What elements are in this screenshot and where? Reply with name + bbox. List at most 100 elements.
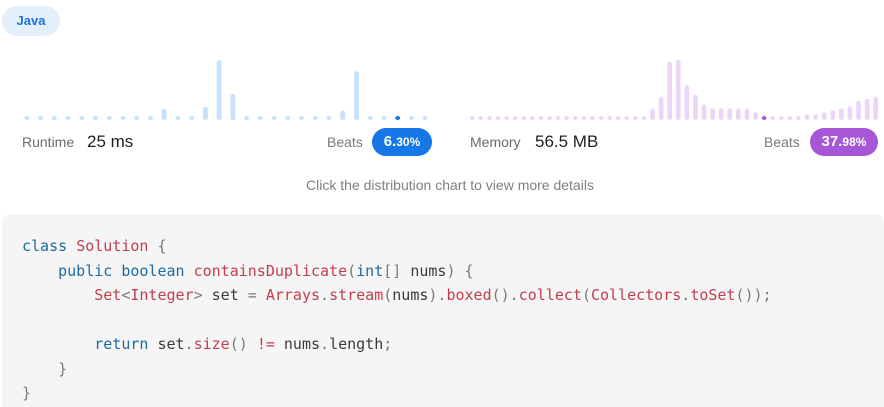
memory-bar-41[interactable] (821, 112, 827, 120)
runtime-bar-9[interactable] (148, 116, 153, 120)
memory-bar-13[interactable] (581, 116, 587, 120)
code-block[interactable]: class Solution { public boolean contains… (2, 214, 884, 407)
memory-bar-32[interactable] (744, 108, 750, 120)
memory-bar-5[interactable] (512, 116, 518, 120)
runtime-bar-27[interactable] (395, 116, 401, 120)
memory-bar-34[interactable] (761, 116, 767, 120)
code-token: length (329, 335, 384, 353)
memory-bar-8[interactable] (538, 116, 544, 120)
runtime-bar-15[interactable] (230, 93, 236, 120)
runtime-bar-21[interactable] (312, 116, 318, 120)
memory-bar-39[interactable] (804, 114, 810, 120)
runtime-bar-13[interactable] (202, 106, 208, 120)
memory-bar-38[interactable] (796, 116, 801, 120)
memory-bar-22[interactable] (658, 96, 664, 120)
runtime-bar-16[interactable] (244, 116, 250, 120)
runtime-bar-28[interactable] (408, 116, 414, 120)
runtime-bar-29[interactable] (422, 116, 428, 120)
code-line-2: public boolean containsDuplicate(int[] n… (22, 262, 473, 280)
memory-bar-30[interactable] (727, 108, 733, 120)
memory-bar-9[interactable] (547, 116, 552, 120)
runtime-bar-5[interactable] (93, 116, 98, 120)
runtime-distribution-chart[interactable] (20, 56, 432, 120)
runtime-bar-25[interactable] (367, 116, 373, 120)
memory-bar-27[interactable] (701, 104, 707, 121)
memory-bar-36[interactable] (778, 116, 784, 120)
code-token: collect (518, 286, 582, 304)
memory-bar-6[interactable] (521, 116, 527, 120)
memory-bar-21[interactable] (650, 108, 655, 120)
code-token: Set (94, 286, 122, 304)
memory-bar-11[interactable] (564, 116, 569, 120)
memory-bar-16[interactable] (607, 116, 612, 120)
memory-bar-0[interactable] (469, 116, 475, 120)
memory-bar-45[interactable] (856, 100, 861, 120)
runtime-bar-22[interactable] (326, 116, 332, 120)
runtime-bar-11[interactable] (175, 116, 181, 120)
code-token: return (94, 335, 149, 353)
runtime-bar-10[interactable] (161, 108, 167, 120)
memory-bar-31[interactable] (736, 108, 741, 120)
memory-bar-24[interactable] (675, 60, 681, 120)
memory-bar-25[interactable] (684, 85, 690, 120)
memory-bar-37[interactable] (787, 116, 793, 120)
code-token: toSet (690, 286, 736, 304)
runtime-bar-8[interactable] (134, 116, 140, 120)
code-token: != (256, 335, 275, 353)
memory-bar-14[interactable] (590, 116, 595, 120)
runtime-bar-14[interactable] (216, 60, 222, 120)
runtime-label: Runtime (22, 134, 75, 150)
runtime-bar-0[interactable] (24, 116, 30, 120)
memory-bar-33[interactable] (753, 112, 758, 120)
language-tag-java[interactable]: Java (2, 6, 60, 36)
memory-bar-2[interactable] (487, 116, 492, 120)
memory-bar-26[interactable] (693, 94, 698, 120)
memory-bar-29[interactable] (718, 108, 724, 120)
memory-bar-20[interactable] (641, 116, 647, 120)
memory-bar-42[interactable] (830, 110, 836, 120)
runtime-panel[interactable]: Runtime 25 ms Beats 6.30% (20, 56, 432, 166)
memory-bar-47[interactable] (873, 96, 878, 120)
memory-beats-label: Beats (764, 134, 800, 150)
memory-bar-28[interactable] (710, 108, 715, 120)
memory-bar-1[interactable] (478, 116, 484, 120)
memory-bar-44[interactable] (847, 106, 853, 121)
memory-bar-4[interactable] (504, 116, 509, 120)
memory-bar-40[interactable] (813, 114, 818, 120)
memory-bar-17[interactable] (615, 116, 621, 120)
memory-bar-3[interactable] (495, 116, 501, 120)
memory-panel[interactable]: Memory 56.5 MB Beats 37.98% (468, 56, 880, 166)
runtime-bar-17[interactable] (257, 116, 263, 120)
code-token: > (193, 286, 212, 304)
memory-bar-35[interactable] (770, 116, 775, 120)
memory-bar-12[interactable] (572, 116, 578, 120)
memory-bar-15[interactable] (598, 116, 604, 120)
runtime-bar-20[interactable] (299, 116, 304, 120)
runtime-bar-23[interactable] (340, 110, 346, 120)
runtime-bar-24[interactable] (354, 71, 359, 120)
memory-bar-10[interactable] (555, 116, 561, 120)
memory-bar-7[interactable] (530, 116, 535, 120)
memory-bar-23[interactable] (667, 61, 672, 120)
code-token: set (157, 335, 185, 353)
runtime-beats-label: Beats (327, 134, 363, 150)
code-token: . (184, 335, 194, 353)
runtime-bar-26[interactable] (381, 116, 387, 120)
code-text[interactable]: class Solution { public boolean contains… (22, 234, 772, 406)
memory-bar-18[interactable] (624, 116, 630, 120)
runtime-bar-7[interactable] (120, 116, 126, 120)
memory-bar-46[interactable] (864, 98, 870, 120)
runtime-bar-3[interactable] (65, 116, 71, 120)
runtime-bar-2[interactable] (51, 116, 57, 120)
runtime-bar-12[interactable] (189, 116, 195, 120)
runtime-bar-18[interactable] (271, 116, 277, 120)
runtime-bar-6[interactable] (106, 116, 112, 120)
memory-bar-19[interactable] (633, 116, 638, 120)
memory-bar-43[interactable] (839, 108, 844, 120)
runtime-bar-4[interactable] (79, 116, 85, 120)
runtime-bar-19[interactable] (285, 116, 291, 120)
memory-distribution-chart[interactable] (468, 56, 880, 120)
runtime-bar-1[interactable] (38, 116, 44, 120)
